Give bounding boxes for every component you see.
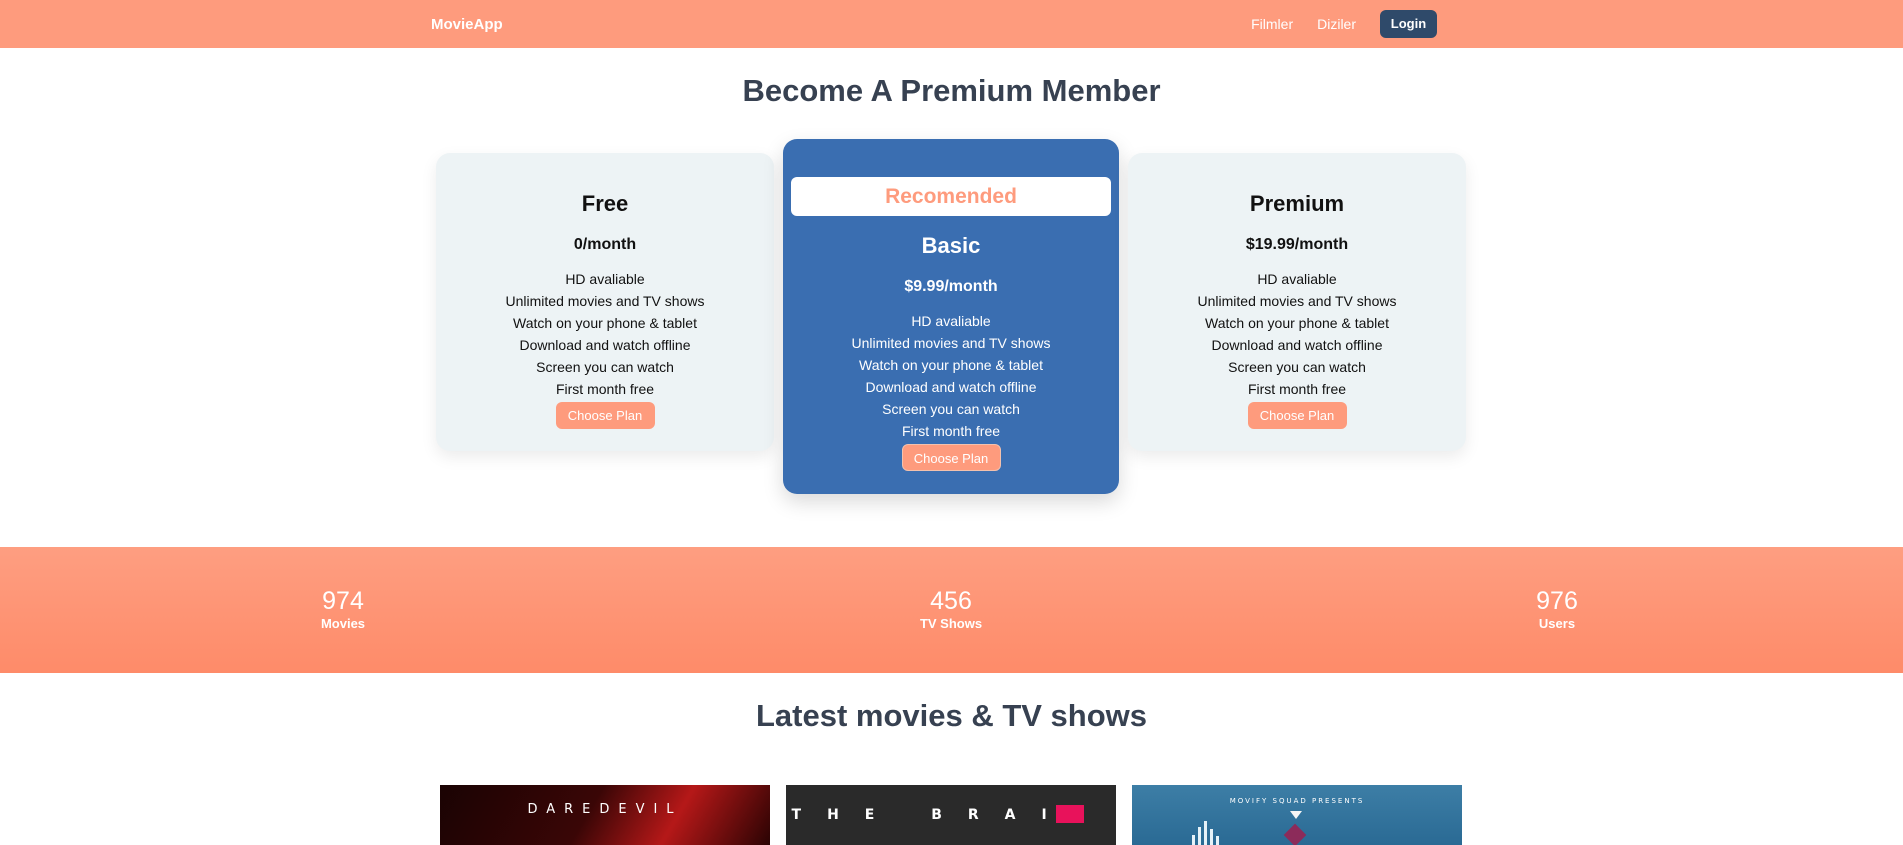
stat-users: 976 Users (1477, 587, 1637, 631)
feature-item: First month free (901, 423, 1001, 439)
feature-item: Watch on your phone & tablet (859, 357, 1043, 373)
feature-item: HD avaliable (565, 271, 645, 287)
login-button[interactable]: Login (1380, 10, 1437, 38)
stat-tv-shows: 456 TV Shows (871, 587, 1031, 631)
poster-bar (1198, 827, 1201, 845)
poster-artwork-diamond (1283, 823, 1307, 845)
choose-plan-premium-button[interactable]: Choose Plan (1247, 402, 1347, 429)
plan-price: 0/month (573, 236, 637, 253)
poster-title: MOVIFY SQUAD PRESENTS (1229, 797, 1365, 805)
nav-link-filmler[interactable]: Filmler (1251, 16, 1293, 32)
feature-list: HD avaliable Unlimited movies and TV sho… (783, 310, 1119, 442)
nav-link-diziler[interactable]: Diziler (1317, 16, 1356, 32)
poster-bar (1216, 836, 1219, 845)
pricing-title: Become A Premium Member (742, 73, 1161, 108)
nav-links: Filmler Diziler Login (1251, 10, 1437, 38)
feature-item: Unlimited movies and TV shows (851, 335, 1051, 351)
poster-daredevil[interactable]: DAREDEVIL (440, 785, 770, 845)
poster-bar (1204, 821, 1207, 845)
choose-plan-free-button[interactable]: Choose Plan (555, 402, 655, 429)
feature-item: HD avaliable (1257, 271, 1337, 287)
plan-card-free: Free 0/month HD avaliable Unlimited movi… (436, 153, 774, 451)
poster-artwork-triangle (1290, 811, 1302, 819)
stat-label: TV Shows (919, 616, 983, 631)
plan-name: Free (581, 191, 629, 216)
plan-name: Basic (921, 233, 981, 258)
feature-item: Download and watch offline (1211, 337, 1383, 353)
feature-item: Download and watch offline (519, 337, 691, 353)
plan-card-basic: Recomended Basic $9.99/month HD avaliabl… (783, 139, 1119, 494)
plan-price: $9.99/month (904, 278, 998, 295)
stat-label: Movies (320, 616, 366, 631)
navbar-inner: MovieApp Filmler Diziler Login (431, 0, 1437, 48)
poster-movify-squad[interactable]: MOVIFY SQUAD PRESENTS (1132, 785, 1462, 845)
poster-row: DAREDEVIL THE BRAIN MOVIFY SQUAD PRESENT… (0, 785, 1903, 845)
brand-logo[interactable]: MovieApp (431, 16, 503, 33)
plan-card-premium: Premium $19.99/month HD avaliable Unlimi… (1128, 153, 1466, 451)
pricing-cards: Free 0/month HD avaliable Unlimited movi… (0, 113, 1903, 494)
stat-value: 976 (1536, 587, 1578, 615)
stat-value: 456 (930, 587, 972, 615)
feature-item: Unlimited movies and TV shows (505, 293, 705, 309)
feature-item: Screen you can watch (882, 401, 1020, 417)
stats-band: 974 Movies 456 TV Shows 976 Users (0, 547, 1903, 673)
feature-item: HD avaliable (911, 313, 991, 329)
poster-bar (1210, 829, 1213, 845)
poster-title: DAREDEVIL (527, 802, 683, 817)
feature-item: Unlimited movies and TV shows (1197, 293, 1397, 309)
latest-title: Latest movies & TV shows (755, 698, 1148, 733)
feature-item: Watch on your phone & tablet (513, 315, 697, 331)
choose-plan-basic-button[interactable]: Choose Plan (901, 444, 1001, 471)
recommended-badge: Recomended (791, 177, 1111, 216)
feature-item: Screen you can watch (536, 359, 674, 375)
plan-name: Premium (1249, 191, 1345, 216)
feature-item: First month free (555, 381, 655, 397)
stat-value: 974 (322, 587, 364, 615)
feature-list: HD avaliable Unlimited movies and TV sho… (436, 268, 774, 400)
stat-label: Users (1538, 616, 1576, 631)
plan-price: $19.99/month (1245, 236, 1349, 253)
feature-item: Watch on your phone & tablet (1205, 315, 1389, 331)
poster-artwork-bars (1192, 817, 1222, 845)
stat-movies: 974 Movies (263, 587, 423, 631)
navbar: MovieApp Filmler Diziler Login (0, 0, 1903, 48)
poster-accent-mark (1056, 805, 1084, 823)
feature-item: Download and watch offline (865, 379, 1037, 395)
poster-the-brain[interactable]: THE BRAIN (786, 785, 1116, 845)
feature-item: First month free (1247, 381, 1347, 397)
feature-item: Screen you can watch (1228, 359, 1366, 375)
feature-list: HD avaliable Unlimited movies and TV sho… (1128, 268, 1466, 400)
